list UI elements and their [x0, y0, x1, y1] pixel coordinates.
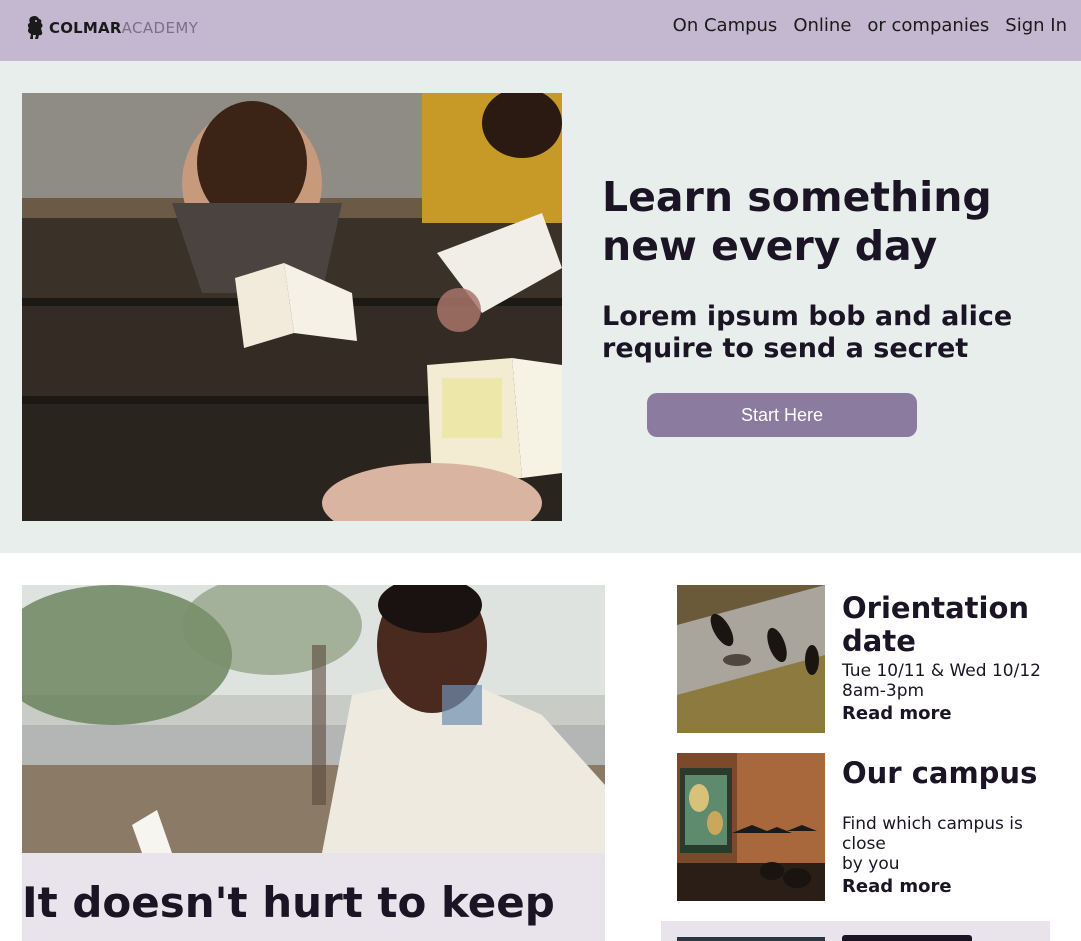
feature-caption-panel: It doesn't hurt to keep — [22, 853, 605, 941]
hero-title-line-1: Learn something — [602, 173, 992, 221]
hero-title-line-2: new every day — [602, 222, 938, 270]
hero-students-photo — [22, 93, 562, 521]
orientation-title-line-1: Orientation — [842, 591, 1030, 625]
hero-subtitle-line-2: require to send a secret — [602, 333, 969, 364]
main-nav: On Campus Online or companies Sign In — [657, 15, 1067, 36]
nav-companies[interactable]: or companies — [867, 15, 989, 36]
orientation-card-details: Tue 10/11 & Wed 10/12 8am-3pm — [842, 661, 1057, 701]
next-card-panel — [661, 921, 1050, 941]
hero-section: Learn something new every day Lorem ipsu… — [0, 61, 1081, 553]
campus-card-photo[interactable] — [677, 753, 825, 901]
campus-desc-line-2: by you — [842, 854, 900, 874]
hero-subtitle-line-1: Lorem ipsum bob and alice — [602, 301, 1013, 332]
orientation-card-title: Orientation date — [842, 592, 1042, 658]
nav-on-campus[interactable]: On Campus — [673, 15, 778, 36]
orientation-card-photo[interactable] — [677, 585, 825, 733]
next-card-title — [842, 935, 972, 941]
lion-logo-icon — [27, 15, 43, 40]
campus-card-description: Find which campus is close by you — [842, 814, 1057, 874]
orientation-hours: 8am-3pm — [842, 681, 925, 701]
campus-read-more-link[interactable]: Read more — [842, 876, 952, 897]
campus-desc-line-1: Find which campus is close — [842, 814, 1023, 854]
top-navigation-bar: COLMAR ACADEMY On Campus Online or compan… — [0, 0, 1081, 61]
next-card-photo[interactable] — [677, 937, 825, 941]
hero-subtitle: Lorem ipsum bob and alice require to sen… — [602, 301, 1042, 365]
logo-text-bold: COLMAR — [49, 19, 122, 37]
nav-online[interactable]: Online — [793, 15, 851, 36]
start-here-button[interactable]: Start Here — [647, 393, 917, 437]
campus-card-title: Our campus — [842, 756, 1038, 790]
orientation-read-more-link[interactable]: Read more — [842, 703, 952, 724]
feature-student-photo — [22, 585, 605, 853]
nav-sign-in[interactable]: Sign In — [1005, 15, 1067, 36]
feature-title: It doesn't hurt to keep — [22, 878, 555, 927]
hero-title: Learn something new every day — [602, 173, 1042, 271]
site-logo[interactable]: COLMAR ACADEMY — [25, 14, 198, 42]
orientation-dates: Tue 10/11 & Wed 10/12 — [842, 661, 1041, 681]
orientation-title-line-2: date — [842, 624, 916, 658]
logo-text-light: ACADEMY — [121, 19, 199, 37]
